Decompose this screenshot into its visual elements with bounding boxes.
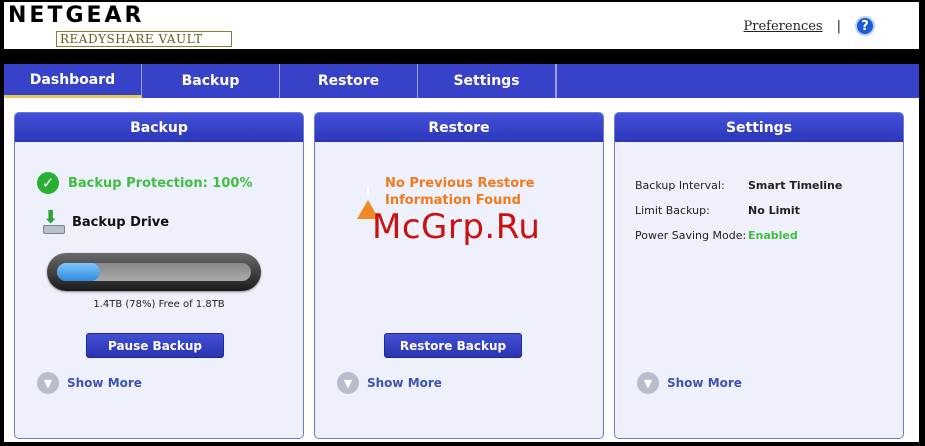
setting-value: Enabled <box>748 229 798 242</box>
setting-row-interval: Backup Interval: Smart Timeline <box>635 173 842 198</box>
setting-value: Smart Timeline <box>748 179 843 192</box>
pause-backup-button[interactable]: Pause Backup <box>86 333 224 358</box>
chevron-down-icon[interactable]: ▼ <box>637 372 659 394</box>
header-band <box>4 49 919 64</box>
restore-backup-button[interactable]: Restore Backup <box>384 333 522 358</box>
show-more-label[interactable]: Show More <box>367 376 442 390</box>
chevron-down-icon[interactable]: ▼ <box>337 372 359 394</box>
settings-panel: Settings Backup Interval: Smart Timeline… <box>614 112 904 439</box>
restore-warning: ! No Previous Restore Information Found <box>357 175 545 219</box>
logo-sub-text: READYSHARE VAULT <box>56 31 232 47</box>
tab-dashboard[interactable]: Dashboard <box>4 64 142 98</box>
restore-panel-title: Restore <box>315 113 603 142</box>
warning-text: No Previous Restore Information Found <box>385 176 535 208</box>
protection-text: Backup Protection: 100% <box>68 175 253 191</box>
tab-restore[interactable]: Restore <box>280 64 418 98</box>
header-links: Preferences | ? <box>744 16 875 36</box>
nav-filler <box>556 64 919 98</box>
watermark: McGrp.Ru <box>372 207 541 247</box>
settings-show-more[interactable]: ▼ Show More <box>637 372 742 394</box>
netgear-logo: NETGEAR READYSHARE VAULT <box>8 3 232 47</box>
backup-show-more[interactable]: ▼ Show More <box>37 372 142 394</box>
setting-value: No Limit <box>748 204 800 217</box>
settings-panel-title: Settings <box>615 113 903 142</box>
setting-label: Power Saving Mode: <box>635 229 747 242</box>
nav-tabs: Dashboard Backup Restore Settings <box>4 64 919 98</box>
restore-panel: Restore ! No Previous Restore Informatio… <box>314 112 604 439</box>
drive-download-icon: ⬇ <box>41 209 67 235</box>
setting-row-limit: Limit Backup: No Limit <box>635 198 842 223</box>
backup-panel-title: Backup <box>15 113 303 142</box>
setting-label: Backup Interval: <box>635 179 725 192</box>
backup-panel: Backup ✓ Backup Protection: 100% ⬇ Backu… <box>14 112 304 439</box>
preferences-link[interactable]: Preferences <box>744 19 823 34</box>
show-more-label[interactable]: Show More <box>667 376 742 390</box>
tab-backup[interactable]: Backup <box>142 64 280 98</box>
storage-free-text: 1.4TB (78%) Free of 1.8TB <box>93 299 225 310</box>
storage-progress-bar <box>47 253 261 291</box>
warning-icon: ! <box>357 181 379 219</box>
setting-label: Limit Backup: <box>635 204 710 217</box>
protection-status: ✓ Backup Protection: 100% <box>37 172 252 194</box>
setting-row-power: Power Saving Mode: Enabled <box>635 223 842 248</box>
backup-drive-row: ⬇ Backup Drive <box>41 209 169 235</box>
restore-show-more[interactable]: ▼ Show More <box>337 372 442 394</box>
help-icon[interactable]: ? <box>855 16 875 36</box>
header: NETGEAR READYSHARE VAULT Preferences | ? <box>4 2 919 49</box>
app-window: NETGEAR READYSHARE VAULT Preferences | ?… <box>2 0 921 444</box>
check-icon: ✓ <box>37 172 59 194</box>
tab-settings[interactable]: Settings <box>418 64 556 98</box>
logo-main-text: NETGEAR <box>8 3 145 28</box>
chevron-down-icon[interactable]: ▼ <box>37 372 59 394</box>
storage-track <box>57 263 251 281</box>
settings-list: Backup Interval: Smart Timeline Limit Ba… <box>635 173 842 248</box>
header-separator: | <box>836 18 841 34</box>
backup-drive-label: Backup Drive <box>72 214 170 230</box>
show-more-label[interactable]: Show More <box>67 376 142 390</box>
storage-fill <box>57 263 100 281</box>
